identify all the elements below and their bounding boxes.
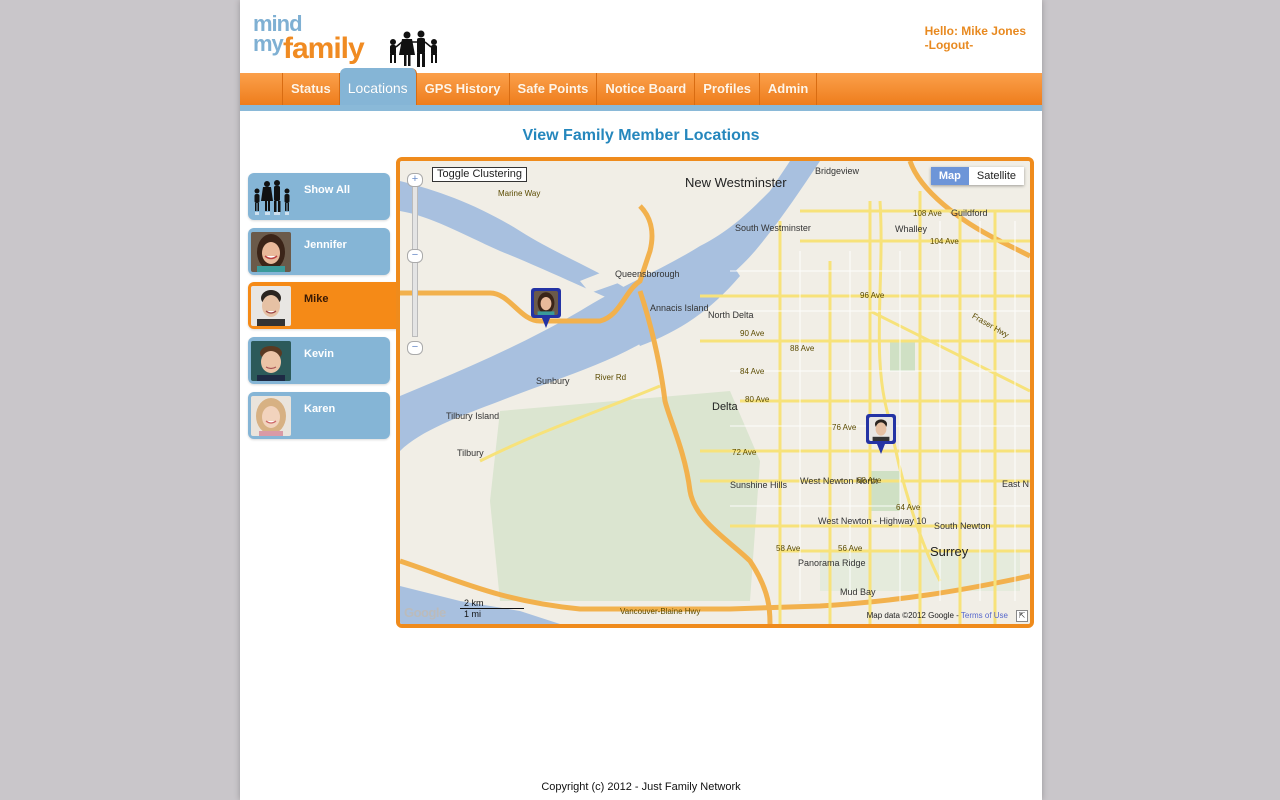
map-label-sunshine-hills: Sunshine Hills [730,480,788,490]
map-label-84-ave: 84 Ave [740,367,765,376]
map-type-map-button[interactable]: Map [930,167,969,185]
avatar-kevin [251,341,291,381]
member-name: Jennifer [304,239,347,251]
map-label-annacis-island: Annacis Island [650,303,709,313]
map-label-104-ave: 104 Ave [930,237,959,246]
marker-pointer-icon [877,444,885,454]
map-label-vancouver-blaine-hwy: Vancouver-Blaine Hwy [620,607,701,616]
logo-text-family: family [283,32,365,65]
avatar-mike [251,286,291,326]
map-label-68-ave: 68 Ave [857,476,882,485]
map-data-text: Map data ©2012 Google - [866,611,959,620]
nav-tab-gps-history[interactable]: GPS History [417,73,510,105]
map-marker-jennifer[interactable] [531,288,561,328]
scale-km-label: 2 km [464,598,484,608]
map-label-sunbury: Sunbury [536,376,570,386]
map-label-river-rd: River Rd [595,373,627,382]
nav-tab-profiles[interactable]: Profiles [695,73,760,105]
member-name: Show All [304,184,351,196]
map-label-whalley: Whalley [895,224,928,234]
logout-link[interactable]: -Logout- [925,38,1026,52]
map-label-west-newton-hwy10: West Newton - Highway 10 [818,516,927,526]
zoom-control: + − − [407,173,423,355]
scale-mi-label: 1 mi [464,609,482,619]
mind-my-family-logo[interactable]: mind my family [253,13,443,70]
nav-tab-status[interactable]: Status [283,73,340,105]
map-label-64-ave: 64 Ave [896,503,921,512]
map-label-76-ave: 76 Ave [832,423,857,432]
map-label-108-ave: 108 Ave [913,209,942,218]
google-logo[interactable]: Google [404,605,446,620]
map-label-90-ave: 90 Ave [740,329,765,338]
user-greeting-block: Hello: Mike Jones -Logout- [925,24,1026,52]
marker-pointer-icon [542,318,550,328]
map-label-east-newton: East N Busines [1002,479,1030,489]
zoom-out-button[interactable]: − [407,341,423,355]
family-icon [251,177,291,217]
map-label-mud-bay: Mud Bay [840,587,876,597]
map-label-tilbury-island: Tilbury Island [446,411,500,421]
map-label-bridgeview: Bridgeview [815,166,860,176]
map-label-80-ave: 80 Ave [745,395,770,404]
toggle-clustering-button[interactable]: Toggle Clustering [432,167,527,182]
member-button-jennifer[interactable]: Jennifer [248,228,390,275]
member-button-show-all[interactable]: Show All [248,173,390,220]
avatar-karen [251,396,291,436]
nav-underline [240,105,1042,111]
map-label-delta: Delta [712,401,738,413]
page-title: View Family Member Locations [522,127,760,144]
map-label-58-ave: 58 Ave [776,544,801,553]
map-attribution: Map data ©2012 Google - Terms of Use [867,611,1008,620]
map-label-queensborough: Queensborough [615,269,680,279]
map-type-satellite-button[interactable]: Satellite [968,167,1024,185]
map-label-north-delta: North Delta [708,310,754,320]
zoom-in-button[interactable]: + [407,173,423,187]
map-label-marine-way: Marine Way [498,189,541,198]
map-scale: 2 km 1 mi [460,598,524,619]
logo-text-my: my [253,31,284,56]
terms-of-use-link[interactable]: Terms of Use [961,611,1008,620]
map-label-south-newton: South Newton [934,521,991,531]
nav-tab-notice-board[interactable]: Notice Board [597,73,696,105]
map-type-control: Map Satellite [930,167,1024,185]
map-marker-mike[interactable] [866,414,896,454]
nav-tab-locations[interactable]: Locations [339,68,417,105]
map-label-72-ave: 72 Ave [732,448,757,457]
family-silhouette-icon [390,30,437,67]
avatar-mike [869,417,893,441]
nav-tab-safe-points[interactable]: Safe Points [510,73,598,105]
map-label-guildford: Guildford [951,208,988,218]
main-nav: Status Locations GPS History Safe Points… [240,68,1042,105]
member-name: Karen [304,403,336,415]
avatar-jennifer [534,291,558,315]
member-name: Kevin [304,348,334,360]
nav-tab-admin[interactable]: Admin [760,73,818,105]
map-label-new-westminster: New Westminster [685,175,787,190]
map-label-56-ave: 56 Ave [838,544,863,553]
map-view[interactable]: New Westminster South Westminster Queens… [396,157,1034,628]
expand-map-icon[interactable]: ⇱ [1016,610,1028,622]
member-button-mike[interactable]: Mike [248,282,408,329]
member-button-karen[interactable]: Karen [248,392,390,439]
map-label-tilbury: Tilbury [457,448,484,458]
member-name: Mike [304,293,329,305]
zoom-slider-handle[interactable]: − [407,249,423,263]
avatar-jennifer [251,232,291,272]
map-label-surrey: Surrey [930,544,969,559]
page-container: mind my family Hello: Mike Jones -Logout… [240,0,1042,800]
member-button-kevin[interactable]: Kevin [248,337,390,384]
map-label-96-ave: 96 Ave [860,291,885,300]
footer-copyright: Copyright (c) 2012 - Just Family Network [541,781,741,793]
greeting-text: Hello: Mike Jones [924,24,1026,38]
map-label-panorama-ridge: Panorama Ridge [798,558,866,568]
map-label-south-westminster: South Westminster [735,223,811,233]
map-label-88-ave: 88 Ave [790,344,815,353]
